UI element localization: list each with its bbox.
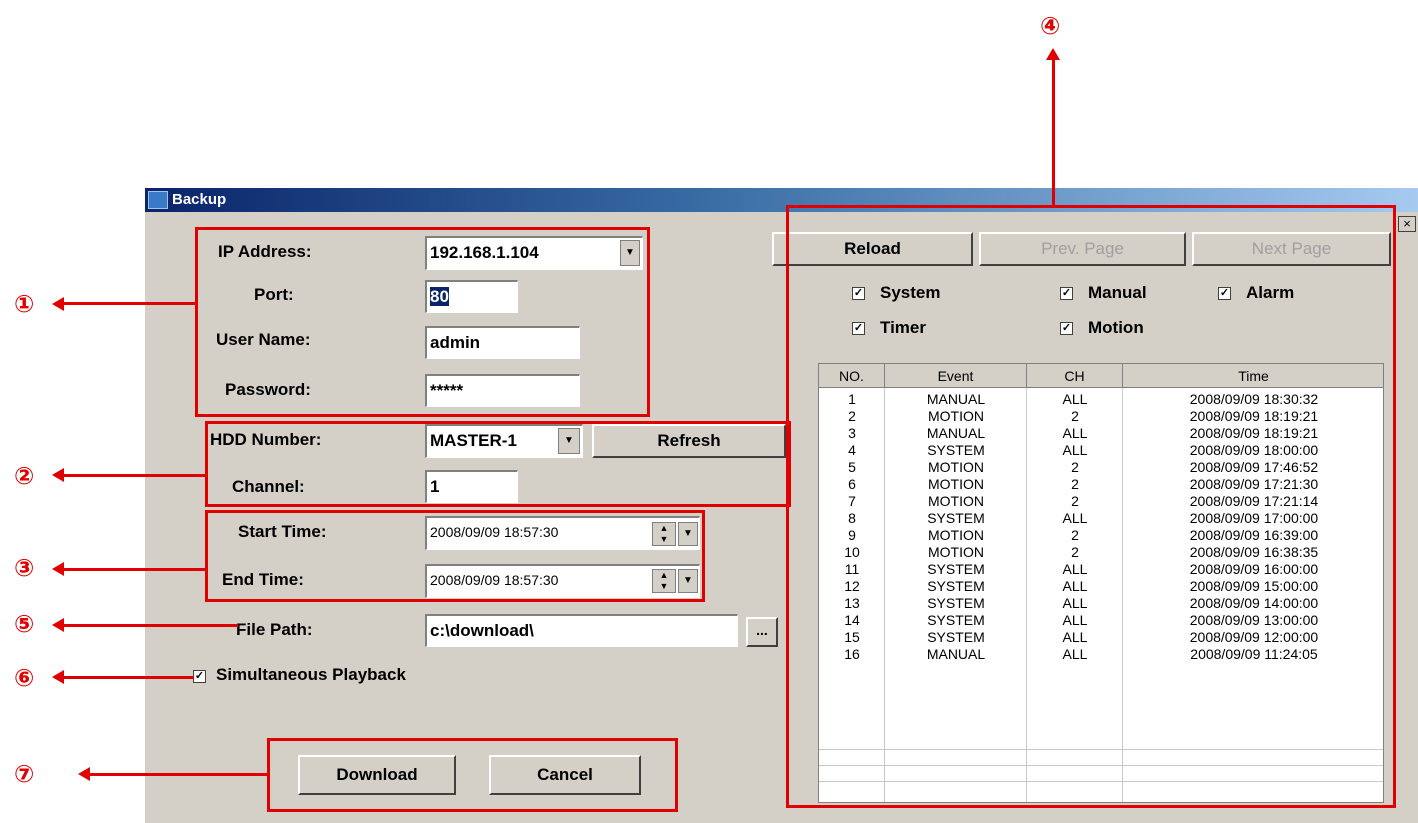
simultaneous-playback-checkbox[interactable]: ✓ (193, 670, 206, 683)
annotation-box-1 (195, 227, 650, 417)
arrow-line (1052, 58, 1055, 205)
callout-1: ① (14, 290, 35, 318)
file-path-label: File Path: (236, 620, 313, 639)
callout-7: ⑦ (14, 760, 35, 788)
simultaneous-playback-label: Simultaneous Playback (216, 665, 406, 684)
annotation-box-7 (267, 738, 678, 812)
arrow-line (62, 624, 238, 627)
arrow-line (62, 568, 205, 571)
app-icon (148, 191, 168, 209)
annotation-box-3 (205, 510, 705, 602)
annotation-box-4 (786, 205, 1396, 808)
close-button[interactable]: × (1398, 216, 1416, 232)
arrow-line (62, 474, 205, 477)
callout-6: ⑥ (14, 664, 35, 692)
callout-3: ③ (14, 554, 35, 582)
arrow-line (88, 773, 267, 776)
window-title: Backup (172, 191, 227, 208)
browse-button[interactable]: ... (746, 617, 778, 647)
annotation-box-2 (205, 421, 791, 507)
callout-4: ④ (1040, 12, 1061, 40)
arrow-line (62, 302, 195, 305)
arrow-line (62, 676, 194, 679)
file-path-field[interactable]: c:\download\ (425, 614, 738, 647)
callout-5: ⑤ (14, 610, 35, 638)
callout-2: ② (14, 462, 35, 490)
